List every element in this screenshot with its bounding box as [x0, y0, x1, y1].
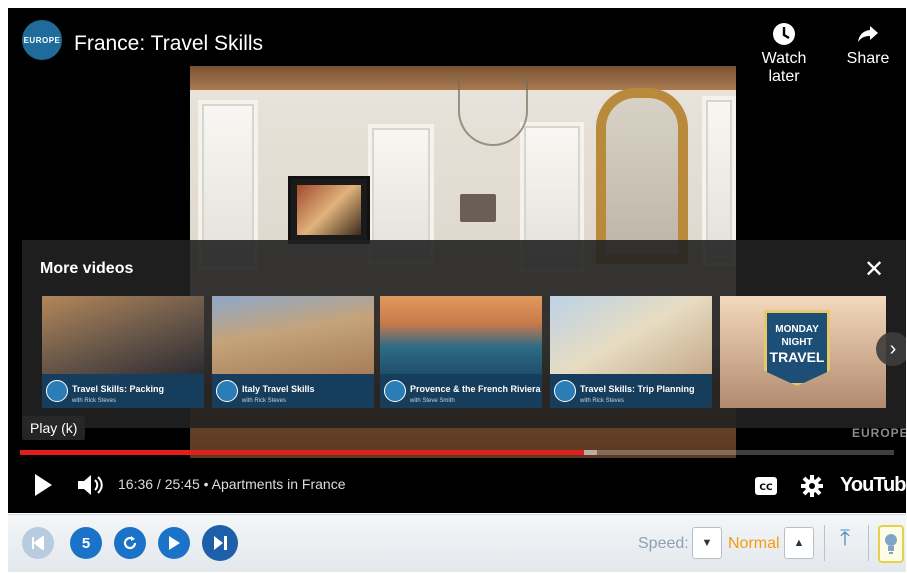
play-button-small[interactable]	[158, 527, 190, 559]
video-title[interactable]: France: Travel Skills	[74, 32, 263, 56]
badge-line-1: MONDAY	[775, 324, 819, 335]
thumbnail-image	[550, 296, 712, 374]
skip-back-icon	[32, 536, 44, 550]
video-thumbnail[interactable]: Italy Travel Skills with Rick Steves	[212, 296, 374, 408]
monday-night-travel-badge: MONDAY NIGHT TRAVEL	[764, 310, 830, 386]
progress-played	[20, 450, 584, 455]
speed-label: Speed:	[638, 535, 689, 552]
speed-up-button[interactable]: ▲	[784, 527, 814, 559]
lamp	[460, 194, 496, 222]
video-thumbnail[interactable]: Travel Skills: Trip Planning with Rick S…	[550, 296, 712, 408]
channel-logo[interactable]: EUROPE	[22, 20, 62, 60]
video-player[interactable]: EUROPE France: Travel Skills Watch later…	[8, 8, 906, 513]
channel-badge-icon	[46, 380, 68, 402]
video-thumbnail[interactable]: MONDAY NIGHT TRAVEL	[720, 296, 886, 408]
clock-icon	[773, 23, 795, 45]
divider	[868, 525, 869, 561]
thumbnail-image	[212, 296, 374, 374]
progress-bar[interactable]	[20, 450, 894, 455]
thumbnail-subtitle: with Rick Steves	[242, 398, 287, 404]
scroll-to-top-icon[interactable]: ⤒	[834, 525, 856, 561]
thumbnail-subtitle: with Rick Steves	[580, 398, 625, 404]
gilded-mirror	[596, 88, 688, 264]
speed-value: Normal	[728, 535, 780, 552]
channel-logo-text: EUROPE	[23, 35, 61, 45]
skip-to-start-button[interactable]	[22, 527, 54, 559]
thumbnail-image	[42, 296, 204, 374]
settings-button[interactable]	[800, 474, 824, 503]
badge-line-2: NIGHT	[781, 337, 813, 348]
skip-next-button[interactable]	[202, 525, 238, 561]
wall-tv	[288, 176, 370, 244]
lightbulb-button[interactable]	[878, 525, 904, 563]
close-icon[interactable]: ✕	[864, 258, 884, 282]
divider	[824, 525, 825, 561]
rewind-5-button[interactable]: 5	[70, 527, 102, 559]
thumbnail-title: Italy Travel Skills	[242, 384, 315, 394]
channel-watermark: EUROPE	[852, 426, 906, 440]
play-tooltip: Play (k)	[22, 416, 86, 440]
replay-button[interactable]	[114, 527, 146, 559]
thumbnail-title: Travel Skills: Trip Planning	[580, 384, 695, 394]
badge-line-3: TRAVEL	[769, 349, 825, 365]
share-button[interactable]: Share	[844, 22, 892, 68]
watch-later-label: Watch later	[761, 50, 807, 85]
play-icon	[35, 474, 52, 496]
speed-down-button[interactable]: ▼	[692, 527, 722, 559]
rewind-5-icon: 5	[81, 534, 91, 552]
play-icon	[169, 536, 180, 550]
channel-badge-icon	[216, 380, 238, 402]
volume-button[interactable]	[76, 472, 104, 503]
playback-toolbar: 5 Speed: ▼ Normal ▲ ⤒	[8, 514, 906, 572]
captions-icon: CC	[755, 477, 777, 495]
video-thumbnail[interactable]: Travel Skills: Packing with Rick Steves	[42, 296, 204, 408]
svg-text:CC: CC	[759, 483, 773, 493]
thumbnail-image	[380, 296, 542, 374]
lightbulb-icon	[885, 534, 897, 554]
chevron-right-icon[interactable]: ›	[876, 332, 906, 366]
more-videos-panel: More videos ✕ Travel Skills: Packing wit…	[22, 240, 906, 428]
gear-icon	[801, 475, 823, 497]
captions-button[interactable]: CC	[754, 476, 778, 501]
video-thumbnail[interactable]: Provence & the French Riviera with Steve…	[380, 296, 542, 408]
time-display: 16:36 / 25:45 • Apartments in France	[118, 476, 346, 492]
channel-badge-icon	[554, 380, 576, 402]
more-videos-heading: More videos	[40, 260, 134, 277]
youtube-logo[interactable]: YouTube	[840, 474, 906, 497]
share-arrow-icon	[858, 26, 878, 42]
chandelier	[458, 76, 528, 146]
thumbnail-subtitle: with Rick Steves	[72, 398, 117, 404]
chapter-title[interactable]: • Apartments in France	[204, 476, 346, 492]
watch-later-button[interactable]: Watch later	[744, 22, 824, 86]
thumbnail-title: Travel Skills: Packing	[72, 384, 165, 394]
channel-badge-icon	[384, 380, 406, 402]
time-readout: 16:36 / 25:45	[118, 476, 200, 492]
thumbnail-title: Provence & the French Riviera	[410, 384, 541, 394]
skip-forward-icon	[214, 536, 227, 550]
share-label: Share	[846, 50, 890, 67]
play-button[interactable]	[32, 472, 54, 503]
volume-icon	[78, 475, 103, 495]
replay-icon	[123, 536, 137, 550]
progress-buffered	[583, 450, 597, 455]
player-controls: 16:36 / 25:45 • Apartments in France CC …	[8, 462, 906, 510]
thumbnail-subtitle: with Steve Smith	[410, 398, 455, 404]
